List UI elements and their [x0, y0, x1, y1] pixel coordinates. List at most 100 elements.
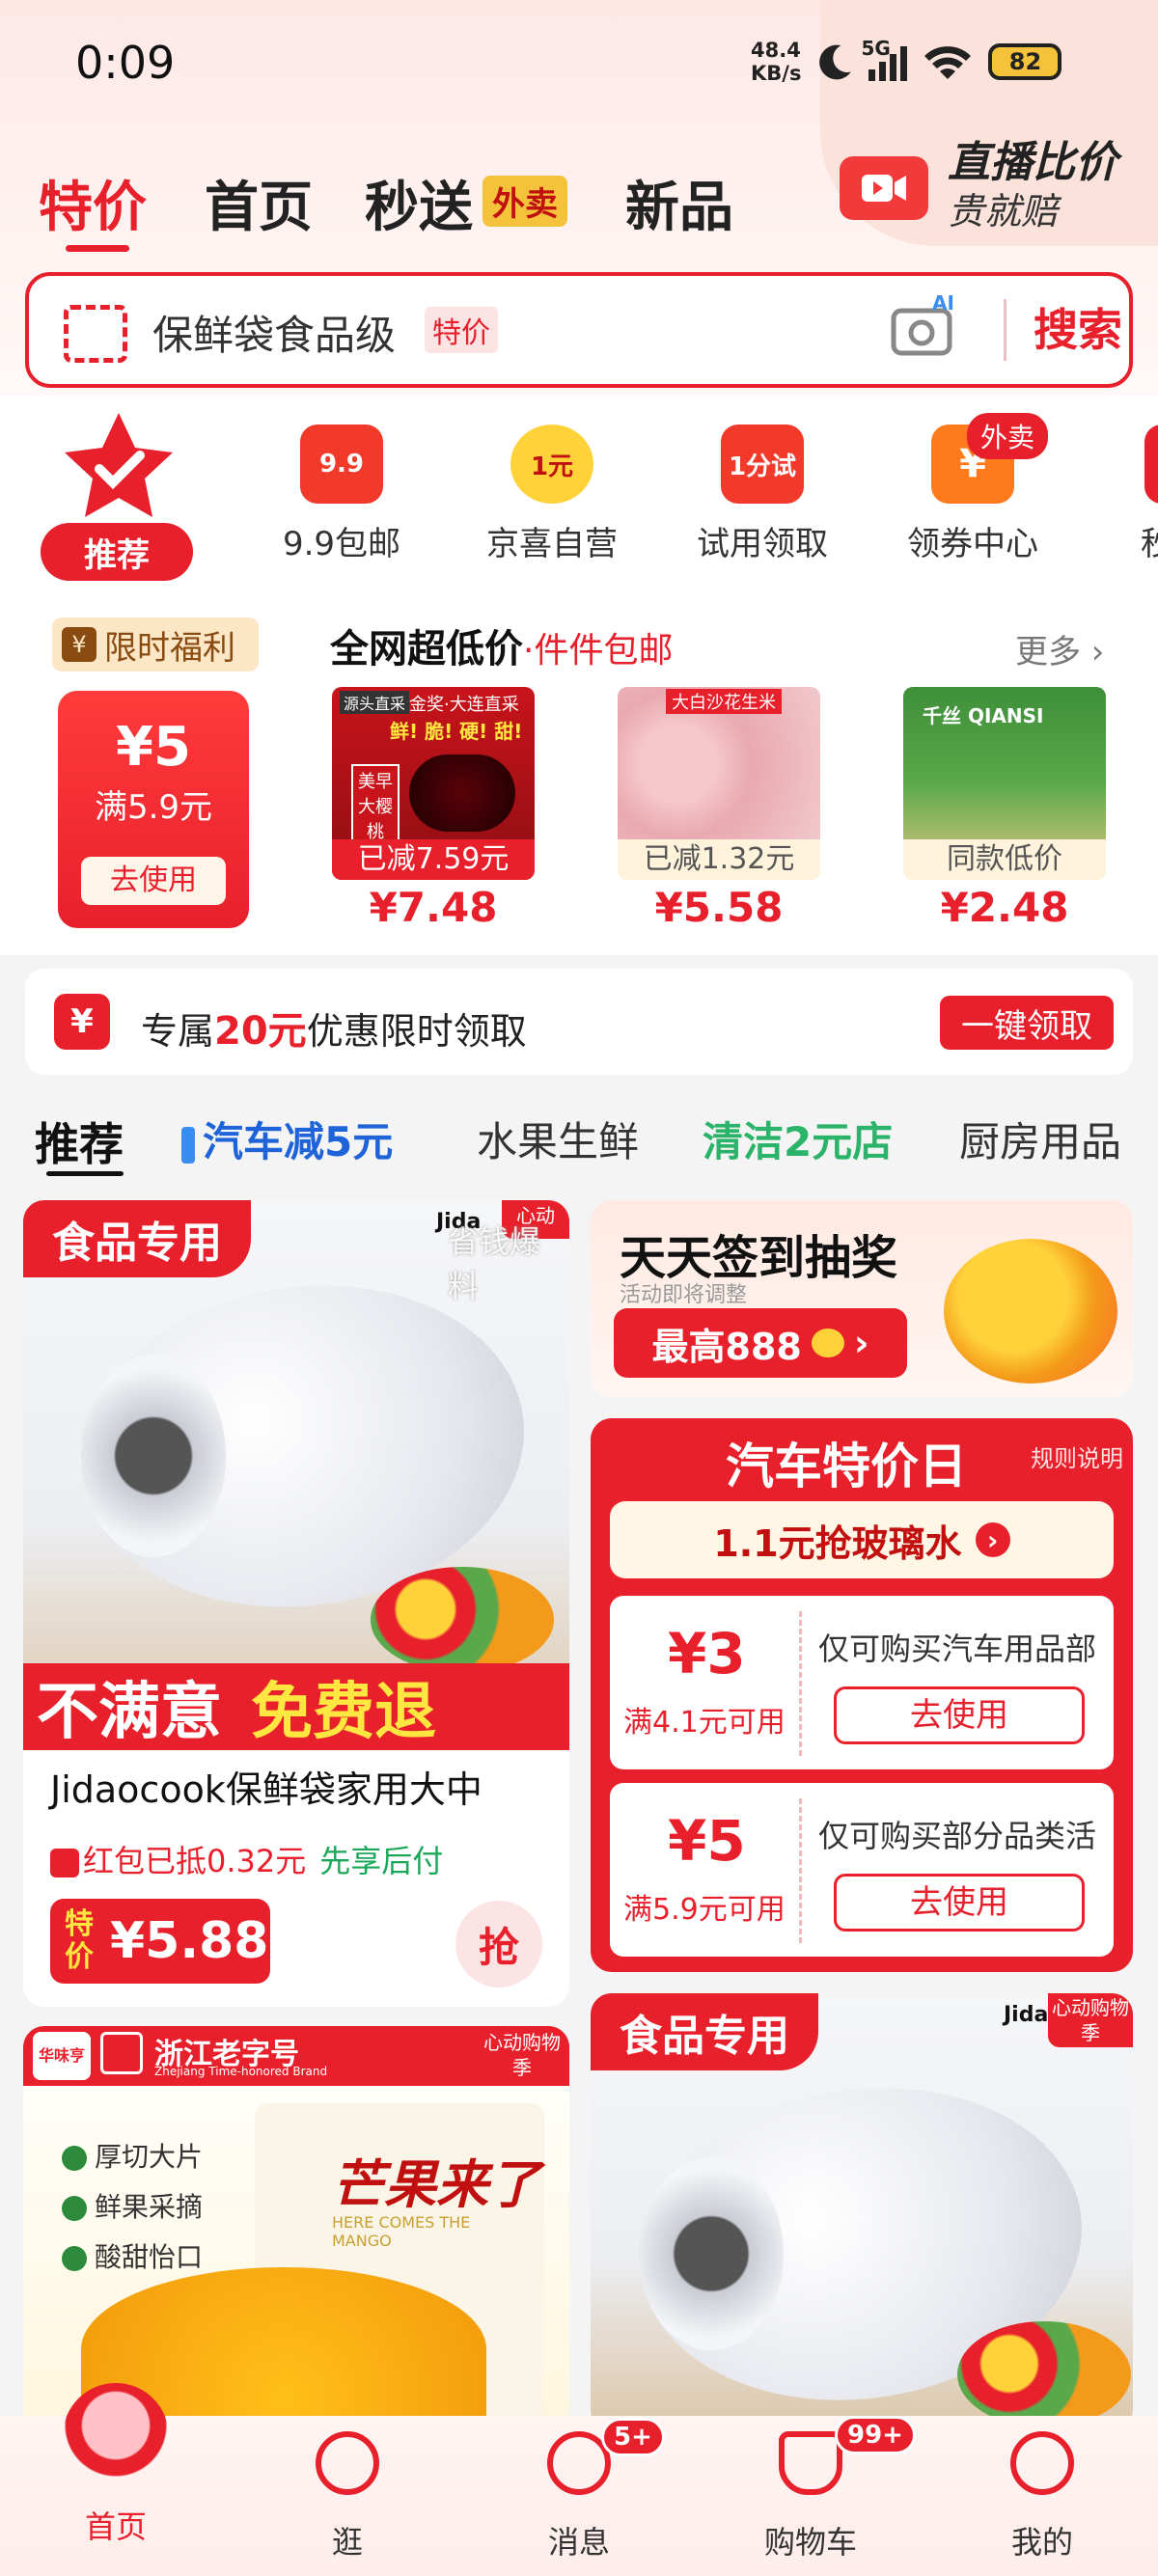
scan-icon[interactable] [64, 305, 127, 363]
brand-logo: Jida [1004, 2003, 1049, 2027]
tab-miaosong[interactable]: 秒送 [365, 164, 473, 242]
claim-all-button[interactable]: 一键领取 [940, 996, 1114, 1050]
limited-coupon[interactable]: ¥5 满5.9元 去使用 [58, 691, 249, 928]
ai-camera-icon[interactable]: AI [890, 291, 961, 361]
car-coupon-use-button[interactable]: 去使用 [834, 1686, 1085, 1744]
nav-browse[interactable]: 逛 [270, 2431, 425, 2562]
product-name: Jidaocook保鲜袋家用大中 [50, 1768, 482, 1811]
car-coupon-1[interactable]: ¥3 满4.1元可用 仅可购买汽车用品部 去使用 [610, 1596, 1114, 1769]
crackers-image: 千丝 QIANSI 同款低价 [903, 687, 1106, 880]
content-tab-fruit[interactable]: 水果生鲜 [477, 1110, 639, 1168]
category-partial[interactable]: 秒 [1087, 425, 1158, 564]
search-button[interactable]: 搜索 [1004, 299, 1122, 361]
cart-badge: 99+ [835, 2416, 916, 2454]
category-recommend[interactable]: 推荐 [41, 523, 193, 581]
trial-bag-icon: 1分试 [721, 425, 804, 504]
car-coupon-desc: 仅可购买汽车用品部 [818, 1631, 1097, 1667]
car-coupon-desc: 仅可购买部分品类活 [818, 1818, 1097, 1854]
one-yuan-icon: 1元 [510, 425, 593, 504]
live-video-icon[interactable] [840, 156, 928, 220]
deal-item-cherry[interactable]: 源头直采 金奖·大连直采 鲜! 脆! 硬! 甜! 美早大樱桃 已减7.59元 ¥… [332, 687, 535, 931]
product-card-mango[interactable]: 华味亨 浙江老字号 Zhejiang Time-honored Brand 心动… [23, 2026, 569, 2431]
food-grade-badge: 食品专用 [591, 1993, 818, 2070]
deal-price: ¥7.48 [369, 884, 498, 931]
coupon-amount: ¥5 [116, 716, 191, 779]
car-day-rule-link[interactable]: 规则说明 [1031, 1439, 1123, 1473]
bottle-icon [181, 1126, 195, 1164]
car-day-title: 汽车特价日 [726, 1439, 967, 1494]
category-jingxi-self[interactable]: 1元 京喜自营 [455, 425, 648, 564]
grab-button[interactable]: 抢 [455, 1901, 542, 1987]
category-trial[interactable]: 1分试 试用领取 [666, 425, 859, 564]
feature-list: 厚切大片 鲜果采摘 酸甜怡口 [62, 2132, 203, 2283]
tab-tejia[interactable]: 特价 [39, 164, 147, 242]
gift-99-icon: 9.9 [300, 425, 383, 504]
tab-home[interactable]: 首页 [205, 164, 313, 242]
moon-icon [819, 44, 852, 80]
nav-messages[interactable]: 5+ 消息 [502, 2418, 665, 2562]
deals-more-link[interactable]: 更多 › [1015, 625, 1104, 672]
tab-new[interactable]: 新品 [625, 164, 733, 242]
brand-logo: 华味亨 [33, 2032, 91, 2080]
check-icon [62, 2196, 87, 2221]
category-99-free-shipping[interactable]: 9.9 9.9包邮 [245, 425, 438, 564]
glass-water-button[interactable]: 1.1元抢玻璃水 › [610, 1501, 1114, 1578]
price-box: 特价 ¥5.88 [50, 1899, 270, 1984]
car-coupon-use-button[interactable]: 去使用 [834, 1874, 1085, 1932]
signal-icon: 5G [861, 37, 908, 81]
promo-banner[interactable]: ¥ 专属20元优惠限时领取 一键领取 [25, 969, 1133, 1075]
cherry-image: 源头直采 金奖·大连直采 鲜! 脆! 硬! 甜! 美早大樱桃 已减7.59元 [332, 687, 535, 880]
promo-text: 专属20元优惠限时领取 [141, 1009, 527, 1054]
product-card-wrap-1[interactable]: 食品专用 Jida 心动 省钱爆料 不满意 免费退 Jidaocook保鲜袋家用大… [23, 1200, 569, 2007]
coupon-use-button[interactable]: 去使用 [81, 857, 226, 905]
car-coupon-2[interactable]: ¥5 满5.9元可用 仅可购买部分品类活 去使用 [610, 1783, 1114, 1957]
seal-icon [100, 2032, 143, 2074]
yuan-icon: ¥ [54, 994, 110, 1050]
deal-price: ¥5.58 [654, 884, 784, 931]
car-coupon-condition: 满5.9元可用 [623, 1893, 786, 1927]
check-icon [62, 2146, 87, 2171]
promo-corner: 心动购物季 [475, 2026, 569, 2086]
peanut-image: 大白沙花生米 已减1.32元 [618, 687, 820, 880]
browse-icon [316, 2431, 379, 2495]
coupon-condition: 满5.9元 [94, 788, 213, 827]
signin-note: 活动即将调整 [620, 1283, 748, 1307]
nav-cart[interactable]: 99+ 购物车 [733, 2416, 916, 2562]
product-price: ¥5.88 [110, 1912, 269, 1970]
content-tab-kitchen[interactable]: 厨房用品 [959, 1110, 1121, 1168]
waimai-badge: 外卖 [482, 176, 567, 227]
car-day-card[interactable]: 汽车特价日 规则说明 1.1元抢玻璃水 › ¥3 满4.1元可用 仅可购买汽车用品… [591, 1418, 1133, 1972]
search-input[interactable]: 保鲜袋食品级 [152, 303, 396, 362]
cart-icon: 99+ [779, 2416, 916, 2495]
partial-category-icon [1144, 425, 1158, 504]
limited-welfare-tag: ¥ 限时福利 [52, 617, 259, 671]
tab-active-underline [66, 245, 129, 252]
nav-profile[interactable]: 我的 [965, 2431, 1119, 2562]
status-time: 0:09 [75, 37, 176, 89]
live-compare-title[interactable]: 直播比价 [948, 127, 1117, 189]
deal-item-crackers[interactable]: 千丝 QIANSI 同款低价 ¥2.48 [903, 687, 1106, 931]
signin-button[interactable]: 最高888 › [614, 1308, 907, 1378]
recommend-star-icon[interactable] [56, 409, 181, 525]
status-icons: 48.4 KB/s 5G 82 [751, 35, 1062, 89]
car-coupon-condition: 满4.1元可用 [623, 1706, 786, 1740]
fruit-pile [371, 1567, 554, 1673]
signin-card[interactable]: 天天签到抽奖 活动即将调整 最高888 › [591, 1200, 1133, 1397]
watermark-overlay: 省钱爆料 [448, 1223, 541, 1304]
nav-home[interactable]: 首页 [39, 2383, 193, 2547]
deal-item-peanut[interactable]: 大白沙花生米 已减1.32元 ¥5.58 [618, 687, 820, 931]
net-speed: 48.4 KB/s [751, 39, 802, 85]
deals-title: 全网超低价·件件包邮 [330, 627, 674, 671]
brand-english: Zhejiang Time-honored Brand [154, 2065, 328, 2078]
car-coupon-amount: ¥5 [668, 1808, 746, 1874]
product-card-wrap-2[interactable]: 食品专用 Jida 心动购物季 [591, 1993, 1133, 2431]
car-coupon-amount: ¥3 [668, 1621, 746, 1686]
content-tab-car[interactable]: 汽车减5元 [181, 1110, 393, 1168]
hongbao-line: 红包已抵0.32元 先享后付 [50, 1837, 443, 1881]
content-tab-cleaning[interactable]: 清洁2元店 [703, 1110, 893, 1168]
coin-icon [811, 1329, 844, 1357]
wifi-icon [924, 46, 972, 79]
search-bar[interactable]: 保鲜袋食品级 特价 AI 搜索 [25, 272, 1133, 388]
content-tab-recommend[interactable]: 推荐 [35, 1110, 124, 1173]
circle-arrow-icon: › [975, 1522, 1010, 1557]
